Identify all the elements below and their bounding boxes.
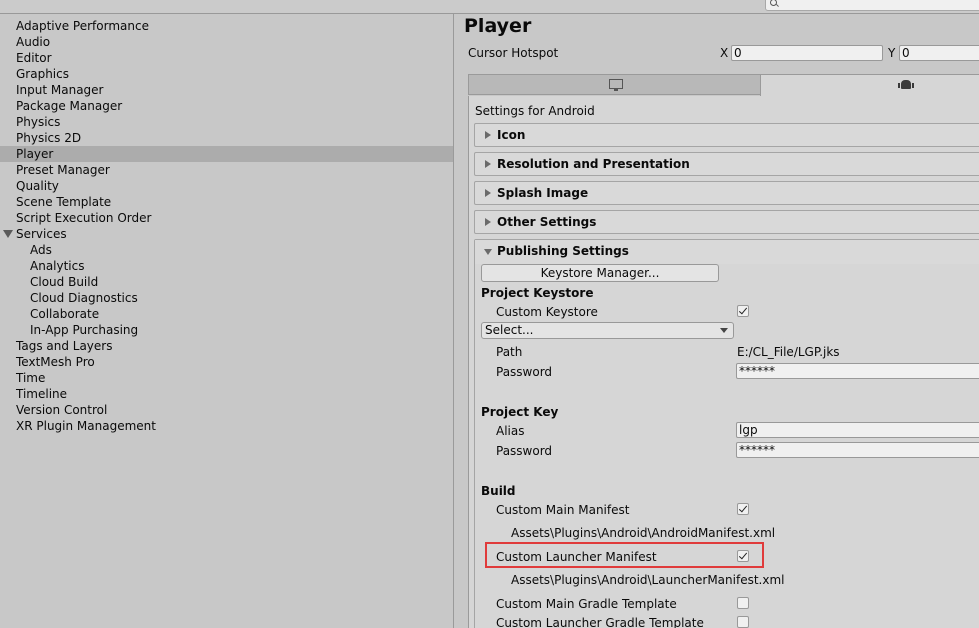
section-resolution-presentation[interactable]: Resolution and Presentation [474, 152, 979, 176]
sidebar-item-package-manager[interactable]: Package Manager [0, 98, 453, 114]
settings-sidebar: Adaptive Performance Audio Editor Graphi… [0, 14, 453, 628]
android-icon [898, 80, 914, 89]
alias-field[interactable]: lgp [736, 422, 979, 438]
chevron-down-icon [720, 328, 728, 333]
search-input[interactable] [765, 0, 979, 11]
sidebar-item-preset-manager[interactable]: Preset Manager [0, 162, 453, 178]
sidebar-item-xr-plugin-management[interactable]: XR Plugin Management [0, 418, 453, 434]
sidebar-item-audio[interactable]: Audio [0, 34, 453, 50]
sidebar-item-adaptive-performance[interactable]: Adaptive Performance [0, 18, 453, 34]
sidebar-item-cloud-diagnostics[interactable]: Cloud Diagnostics [0, 290, 453, 306]
custom-launcher-gradle-label: Custom Launcher Gradle Template [496, 616, 704, 628]
keystore-manager-button[interactable]: Keystore Manager... [481, 264, 719, 282]
sidebar-item-cloud-build[interactable]: Cloud Build [0, 274, 453, 290]
sidebar-item-player[interactable]: Player [0, 146, 453, 162]
sidebar-item-input-manager[interactable]: Input Manager [0, 82, 453, 98]
sidebar-item-textmesh-pro[interactable]: TextMesh Pro [0, 354, 453, 370]
hotspot-x-label: X [720, 46, 729, 60]
platform-tabs [468, 74, 979, 96]
expand-arrow-icon[interactable] [3, 230, 13, 238]
custom-main-gradle-label: Custom Main Gradle Template [496, 597, 677, 611]
sidebar-item-in-app-purchasing[interactable]: In-App Purchasing [0, 322, 453, 338]
sidebar-item-quality[interactable]: Quality [0, 178, 453, 194]
path-label: Path [496, 345, 523, 359]
search-icon [770, 0, 777, 6]
publishing-header[interactable]: Publishing Settings [475, 240, 979, 264]
build-heading: Build [481, 484, 516, 498]
collapsed-arrow-icon [485, 131, 491, 139]
page-title: Player [464, 15, 532, 37]
check-icon [738, 503, 748, 513]
sidebar-item-tags-and-layers[interactable]: Tags and Layers [0, 338, 453, 354]
collapsed-arrow-icon [485, 160, 491, 168]
tab-standalone[interactable] [468, 74, 761, 95]
monitor-icon [609, 79, 623, 91]
sidebar-item-timeline[interactable]: Timeline [0, 386, 453, 402]
sidebar-item-time[interactable]: Time [0, 370, 453, 386]
top-toolbar [0, 0, 979, 14]
sidebar-item-scene-template[interactable]: Scene Template [0, 194, 453, 210]
hotspot-y-field[interactable]: 0 [899, 45, 979, 61]
tab-android[interactable] [760, 74, 979, 96]
check-icon [738, 550, 748, 560]
custom-keystore-checkbox[interactable] [737, 305, 749, 317]
sidebar-item-physics-2d[interactable]: Physics 2D [0, 130, 453, 146]
android-settings-panel: Settings for Android Icon Resolution and… [468, 96, 979, 628]
section-other-settings[interactable]: Other Settings [474, 210, 979, 234]
sidebar-item-version-control[interactable]: Version Control [0, 402, 453, 418]
password-label: Password [496, 365, 553, 379]
hotspot-x-field[interactable]: 0 [731, 45, 883, 61]
sidebar-item-analytics[interactable]: Analytics [0, 258, 453, 274]
custom-main-manifest-label: Custom Main Manifest [496, 503, 630, 517]
sidebar-item-services[interactable]: Services [0, 226, 453, 242]
keystore-select-dropdown[interactable]: Select... [481, 322, 734, 339]
custom-keystore-label: Custom Keystore [496, 305, 598, 319]
custom-main-gradle-checkbox[interactable] [737, 597, 749, 609]
collapsed-arrow-icon [485, 218, 491, 226]
key-password-label: Password [496, 444, 553, 458]
main-manifest-path: Assets\Plugins\Android\AndroidManifest.x… [511, 526, 776, 540]
key-password-field[interactable]: ****** [736, 442, 979, 458]
hotspot-y-label: Y [888, 46, 896, 60]
sidebar-item-collaborate[interactable]: Collaborate [0, 306, 453, 322]
sidebar-item-editor[interactable]: Editor [0, 50, 453, 66]
custom-main-manifest-checkbox[interactable] [737, 503, 749, 515]
player-inspector: Player Cursor Hotspot X 0 Y 0 Settings f… [454, 14, 979, 628]
launcher-manifest-path: Assets\Plugins\Android\LauncherManifest.… [511, 573, 785, 587]
alias-label: Alias [496, 424, 525, 438]
custom-launcher-manifest-label: Custom Launcher Manifest [496, 550, 657, 564]
settings-for-label: Settings for Android [475, 104, 595, 118]
section-icon[interactable]: Icon [474, 123, 979, 147]
expanded-arrow-icon [484, 249, 492, 255]
custom-launcher-gradle-checkbox[interactable] [737, 616, 749, 628]
collapsed-arrow-icon [485, 189, 491, 197]
sidebar-item-ads[interactable]: Ads [0, 242, 453, 258]
sidebar-item-physics[interactable]: Physics [0, 114, 453, 130]
project-key-heading: Project Key [481, 405, 559, 419]
sidebar-item-graphics[interactable]: Graphics [0, 66, 453, 82]
section-splash-image[interactable]: Splash Image [474, 181, 979, 205]
project-keystore-heading: Project Keystore [481, 286, 594, 300]
cursor-hotspot-label: Cursor Hotspot [468, 46, 559, 60]
path-value: E:/CL_File/LGP.jks [737, 345, 840, 359]
check-icon [738, 305, 748, 315]
sidebar-item-script-execution-order[interactable]: Script Execution Order [0, 210, 453, 226]
keystore-password-field[interactable]: ****** [736, 363, 979, 379]
custom-launcher-manifest-checkbox[interactable] [737, 550, 749, 562]
